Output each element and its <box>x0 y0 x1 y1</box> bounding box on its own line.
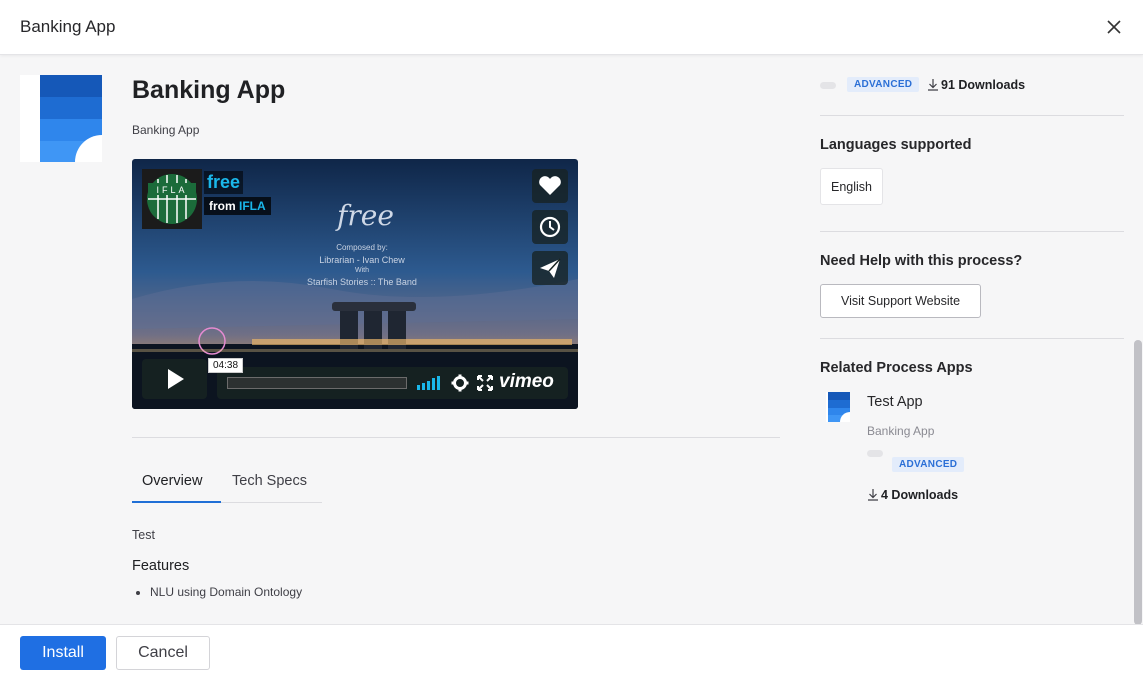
video-credit-line: Librarian - Ivan Chew <box>319 255 405 265</box>
video-title[interactable]: free <box>204 171 244 194</box>
tab-tech-specs[interactable]: Tech Specs <box>232 473 307 489</box>
watch-later-button[interactable] <box>532 210 568 244</box>
sidebar-divider <box>820 338 1124 339</box>
level-badge: ADVANCED <box>847 77 920 92</box>
related-apps-heading: Related Process Apps <box>820 360 973 376</box>
download-count: 91 Downloads <box>927 78 1025 92</box>
clock-icon <box>539 216 561 238</box>
rating-pill <box>820 82 836 89</box>
svg-text:IFLA: IFLA <box>156 185 187 195</box>
download-count-label: 91 Downloads <box>941 78 1026 92</box>
video-credit-line: Composed by: <box>336 243 388 252</box>
video-byline[interactable]: from IFLA <box>204 197 271 215</box>
volume-icon[interactable] <box>417 375 441 391</box>
download-icon <box>928 79 938 91</box>
tab-overview[interactable]: Overview <box>142 473 202 489</box>
download-icon <box>868 489 878 501</box>
share-button[interactable] <box>532 251 568 285</box>
visit-support-button[interactable]: Visit Support Website <box>820 284 982 318</box>
features-heading: Features <box>132 558 190 574</box>
install-button[interactable]: Install <box>20 636 106 670</box>
level-badge: ADVANCED <box>892 457 965 472</box>
list-item: NLU using Domain Ontology <box>135 585 303 599</box>
play-button[interactable] <box>142 359 207 399</box>
like-button[interactable] <box>532 169 568 203</box>
sidebar-divider <box>820 231 1124 232</box>
app-subtitle: Banking App <box>132 123 200 137</box>
sidebar-divider <box>820 115 1124 116</box>
languages-heading: Languages supported <box>820 137 972 153</box>
video-timestamp: 04:38 <box>208 358 244 373</box>
dialog-title: Banking App <box>20 17 116 36</box>
scrollbar-thumb[interactable] <box>1134 340 1142 624</box>
video-credit-line: With <box>355 267 369 274</box>
related-app-logo <box>826 392 850 422</box>
dialog-footer: Install Cancel <box>0 624 1143 678</box>
play-icon <box>168 369 184 389</box>
video-progress-bar[interactable] <box>227 377 407 389</box>
rating-pill <box>867 450 883 457</box>
vimeo-logo[interactable]: vimeo <box>499 371 554 393</box>
video-controls: vimeo <box>217 367 568 399</box>
paper-plane-icon <box>540 258 561 278</box>
dialog-content: Banking App Banking App IFLA free from I… <box>0 56 1143 624</box>
heart-icon <box>539 176 561 195</box>
overview-description: Test <box>132 528 155 542</box>
detail-tabs: Overview Tech Specs <box>132 465 322 503</box>
dialog-header: Banking App <box>0 0 1143 55</box>
cancel-button[interactable]: Cancel <box>116 636 210 670</box>
active-tab-indicator <box>132 501 221 503</box>
video-channel-badge[interactable]: IFLA <box>142 169 202 229</box>
close-icon[interactable] <box>1103 16 1125 38</box>
section-divider <box>132 437 780 438</box>
app-logo <box>20 75 102 162</box>
video-byline-prefix: from <box>209 199 236 213</box>
fullscreen-icon[interactable] <box>477 375 493 391</box>
app-title: Banking App <box>132 76 286 104</box>
download-count-label: 4 Downloads <box>881 488 959 502</box>
download-count: 4 Downloads <box>867 488 958 502</box>
video-byline-org[interactable]: IFLA <box>239 199 266 213</box>
help-heading: Need Help with this process? <box>820 253 1023 269</box>
settings-gear-icon[interactable] <box>451 374 469 392</box>
related-app-subtitle: Banking App <box>867 424 935 438</box>
video-credit-line: Starfish Stories :: The Band <box>307 277 417 287</box>
video-player[interactable]: IFLA free from IFLA free Composed by: Li… <box>132 159 578 409</box>
related-app-name[interactable]: Test App <box>867 394 923 410</box>
language-chip: English <box>820 168 883 205</box>
features-list: NLU using Domain Ontology <box>135 585 303 599</box>
video-script-title: free <box>337 199 394 232</box>
